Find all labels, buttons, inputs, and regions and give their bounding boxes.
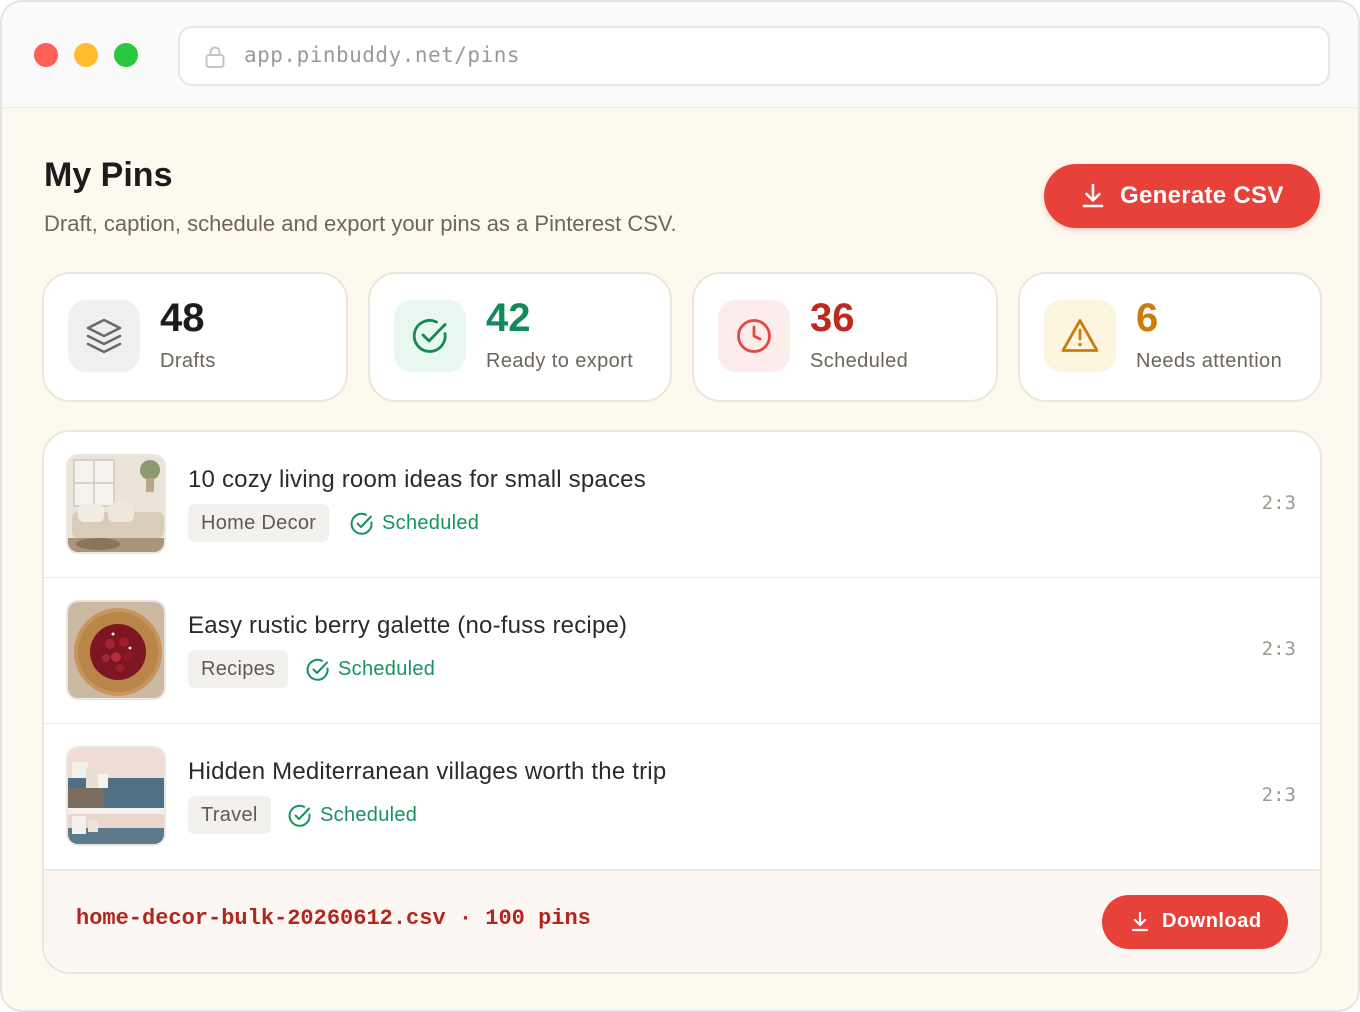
stat-icon-box (68, 300, 140, 372)
stat-value: 42 (486, 296, 531, 340)
mediterranean-village-thumbnail (66, 746, 166, 846)
stat-card-drafts[interactable]: 48 Drafts (42, 272, 348, 402)
warning-icon (1061, 319, 1099, 352)
pin-status-label: Scheduled (338, 658, 436, 680)
pin-aspect-ratio: 2:3 (1261, 784, 1296, 806)
pin-category-tag: Recipes (188, 650, 289, 688)
download-label: Download (1162, 910, 1262, 932)
clock-icon (737, 319, 771, 353)
address-url: app.pinbuddy.net/pins (244, 43, 521, 67)
page-title: My Pins (44, 156, 173, 194)
pin-row[interactable]: Easy rustic berry galette (no-fuss recip… (44, 578, 1320, 724)
generate-csv-label: Generate CSV (1120, 182, 1284, 209)
stat-label: Needs attention (1136, 350, 1283, 372)
check-circle-icon (350, 512, 373, 535)
pin-title[interactable]: Hidden Mediterranean villages worth the … (188, 758, 666, 786)
pin-list: 10 cozy living room ideas for small spac… (42, 430, 1322, 974)
pin-title[interactable]: 10 cozy living room ideas for small spac… (188, 466, 646, 494)
page-subtitle: Draft, caption, schedule and export your… (44, 211, 677, 236)
pin-title[interactable]: Easy rustic berry galette (no-fuss recip… (188, 612, 627, 640)
stat-label: Drafts (160, 350, 216, 372)
minimize-window-button[interactable] (74, 43, 98, 67)
stat-label: Scheduled (810, 350, 909, 372)
maximize-window-button[interactable] (114, 43, 138, 67)
pin-category-tag: Travel (188, 796, 271, 834)
stat-value: 48 (160, 296, 205, 340)
stat-icon-box (1044, 300, 1116, 372)
pin-status-label: Scheduled (382, 512, 480, 534)
lock-icon (205, 46, 225, 68)
check-circle-icon (306, 658, 329, 681)
stat-value: 6 (1136, 296, 1159, 340)
stat-label: Ready to export (486, 350, 634, 372)
download-icon (1082, 183, 1104, 208)
stat-card-ready[interactable]: 42 Ready to export (368, 272, 672, 402)
stat-icon-box (394, 300, 466, 372)
layers-icon (86, 318, 122, 354)
stat-value: 36 (810, 296, 855, 340)
address-bar[interactable]: app.pinbuddy.net/pins (178, 26, 1330, 86)
pin-aspect-ratio: 2:3 (1261, 638, 1296, 660)
download-icon (1131, 911, 1149, 932)
stat-card-attention[interactable]: 6 Needs attention (1018, 272, 1322, 402)
living-room-thumbnail (66, 454, 166, 554)
berry-galette-thumbnail (66, 600, 166, 700)
check-circle-icon (412, 319, 447, 353)
pin-status-label: Scheduled (320, 804, 418, 826)
download-button[interactable]: Download (1102, 895, 1288, 949)
browser-window: app.pinbuddy.net/pins My Pins Draft, cap… (0, 0, 1360, 1012)
stat-card-scheduled[interactable]: 36 Scheduled (692, 272, 998, 402)
close-window-button[interactable] (34, 43, 58, 67)
generate-csv-button[interactable]: Generate CSV (1044, 164, 1320, 228)
stat-icon-box (718, 300, 790, 372)
browser-titlebar: app.pinbuddy.net/pins (2, 2, 1358, 108)
export-file-name: home-decor-bulk-20260612.csv · 100 pins (76, 906, 591, 931)
pin-row[interactable]: Hidden Mediterranean villages worth the … (44, 724, 1320, 870)
check-circle-icon (288, 804, 311, 827)
pin-aspect-ratio: 2:3 (1261, 492, 1296, 514)
pin-category-tag: Home Decor (188, 504, 330, 542)
export-footer: home-decor-bulk-20260612.csv · 100 pins … (44, 870, 1320, 972)
pin-row[interactable]: 10 cozy living room ideas for small spac… (44, 432, 1320, 578)
